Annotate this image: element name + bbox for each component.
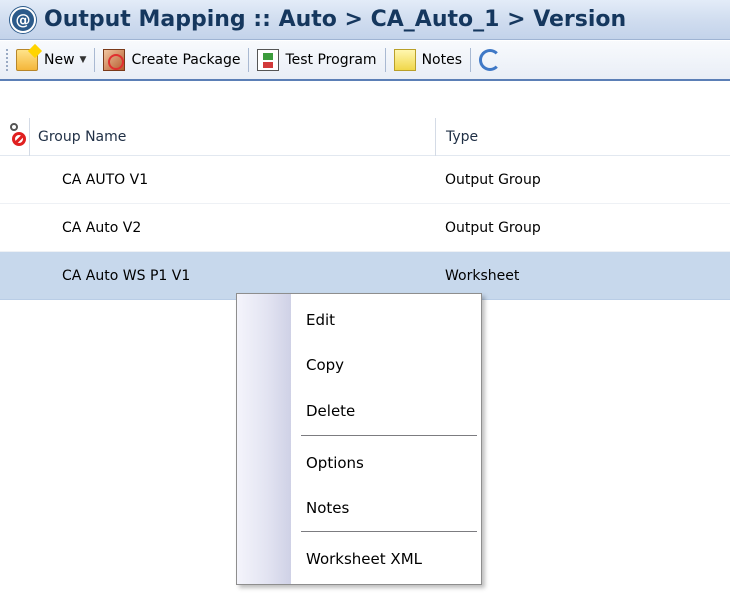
column-header-group-name[interactable]: Group Name <box>30 117 436 156</box>
page-title: Output Mapping :: Auto > CA_Auto_1 > Ver… <box>44 7 627 32</box>
toolbar-separator <box>384 48 386 72</box>
context-menu: Edit Copy Delete Options Notes Worksheet… <box>236 293 482 585</box>
menu-item-edit[interactable]: Edit <box>306 311 335 329</box>
notes-icon <box>393 49 416 71</box>
refresh-icon <box>479 49 501 71</box>
new-button-label: New <box>44 52 75 68</box>
type-cell: Output Group <box>445 171 541 188</box>
menu-separator <box>301 435 477 437</box>
table-row[interactable]: CA Auto V2 Output Group <box>0 204 730 252</box>
toolbar-separator <box>248 48 250 72</box>
new-folder-icon <box>16 49 38 71</box>
window-titlebar: @ Output Mapping :: Auto > CA_Auto_1 > V… <box>0 0 730 40</box>
test-program-icon <box>257 49 280 71</box>
new-button[interactable]: New ▼ <box>10 45 92 75</box>
test-program-label: Test Program <box>285 52 377 68</box>
group-name-cell: CA Auto WS P1 V1 <box>62 267 191 284</box>
refresh-button[interactable] <box>473 45 513 75</box>
group-name-cell: CA AUTO V1 <box>62 171 149 188</box>
create-package-button[interactable]: Create Package <box>97 45 246 75</box>
create-package-label: Create Package <box>131 52 241 68</box>
type-cell: Output Group <box>445 219 541 236</box>
menu-item-worksheet-xml[interactable]: Worksheet XML <box>306 550 422 568</box>
chevron-down-icon[interactable]: ▼ <box>80 55 87 65</box>
context-menu-gutter <box>237 294 291 584</box>
circle-at-icon: @ <box>10 6 36 33</box>
package-icon <box>103 49 126 71</box>
table-header: Group Name Type <box>0 117 730 156</box>
notes-button-label: Notes <box>421 52 462 68</box>
toolbar-separator <box>470 48 471 72</box>
group-name-cell: CA Auto V2 <box>62 219 142 236</box>
toolbar-separator <box>94 48 96 72</box>
type-cell: Worksheet <box>445 267 520 284</box>
menu-item-options[interactable]: Options <box>306 454 364 472</box>
table-row[interactable]: CA AUTO V1 Output Group <box>0 156 730 204</box>
menu-item-delete[interactable]: Delete <box>306 402 355 420</box>
notes-button[interactable]: Notes <box>388 45 468 75</box>
menu-separator <box>301 531 477 533</box>
menu-item-copy[interactable]: Copy <box>306 356 344 374</box>
column-header-type[interactable]: Type <box>436 129 478 145</box>
test-program-button[interactable]: Test Program <box>251 45 382 75</box>
menu-item-notes[interactable]: Notes <box>306 499 349 517</box>
table-body: CA AUTO V1 Output Group CA Auto V2 Outpu… <box>0 156 730 300</box>
locked-user-icon[interactable] <box>0 117 30 156</box>
toolbar: New ▼ Create Package Test Program Notes <box>0 41 730 81</box>
